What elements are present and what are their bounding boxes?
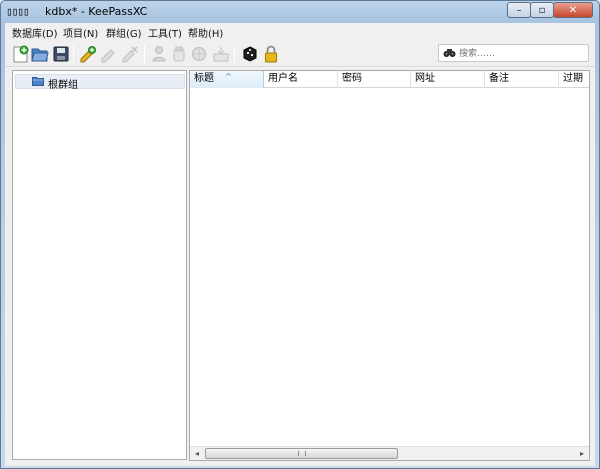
table-header: 标题 ^ 用户名 密码 网址 备注 过期 [190,71,589,88]
open-database-icon[interactable] [30,44,50,64]
toolbar-separator [234,45,235,63]
menu-tools[interactable]: 工具(T) [148,25,182,40]
client-area: 数据库(D) 项目(N) 群组(G) 工具(T) 帮助(H) 搜索…… 根群组 … [5,23,595,466]
add-entry-icon[interactable] [78,44,98,64]
save-database-icon[interactable] [51,44,71,64]
horizontal-scrollbar[interactable]: ◂ ▸ [190,446,589,460]
autotype-icon[interactable] [211,44,231,64]
column-header-title[interactable]: 标题 ^ [190,71,264,88]
menu-groups[interactable]: 群组(G) [106,25,142,40]
window-title: kdbx* - KeePassXC [45,5,148,18]
search-box [438,44,589,62]
entry-table: 标题 ^ 用户名 密码 网址 备注 过期 ◂ ▸ [189,70,590,461]
title-glyphs: ▯▯▯▯ [6,5,29,18]
open-url-icon[interactable] [189,44,209,64]
maximize-button[interactable]: ▫ [530,2,554,18]
column-header-url[interactable]: 网址 [411,71,485,88]
app-window: ▯▯▯▯ kdbx* - KeePassXC – ▫ ✕ 数据库(D) 项目(N… [0,0,600,469]
copy-password-icon[interactable] [169,44,189,64]
column-header-label: 标题 [194,73,214,84]
sort-ascending-icon: ^ [225,72,232,81]
column-header-expires[interactable]: 过期 [559,71,589,88]
folder-icon [32,76,44,86]
new-database-icon[interactable] [10,44,30,64]
toolbar-separator [144,45,145,63]
search-input[interactable] [459,47,584,60]
menu-bar: 数据库(D) 项目(N) 群组(G) 工具(T) 帮助(H) [5,23,595,40]
group-root-item[interactable]: 根群组 [15,74,185,91]
menu-help[interactable]: 帮助(H) [188,25,223,40]
scroll-thumb[interactable] [205,448,398,459]
group-tree: 根群组 [12,70,187,460]
lock-database-icon[interactable] [261,44,281,64]
scroll-right-arrow[interactable]: ▸ [575,447,589,460]
binoculars-icon [443,47,456,61]
column-header-notes[interactable]: 备注 [485,71,559,88]
menu-entries[interactable]: 项目(N) [63,25,98,40]
copy-username-icon[interactable] [149,44,169,64]
window-controls: – ▫ ✕ [507,2,593,18]
toolbar-separator [73,45,74,63]
scroll-grip [298,451,306,456]
column-header-password[interactable]: 密码 [338,71,411,88]
title-bar[interactable]: ▯▯▯▯ kdbx* - KeePassXC – ▫ ✕ [1,1,599,21]
minimize-button[interactable]: – [507,2,531,18]
column-header-username[interactable]: 用户名 [264,71,338,88]
close-button[interactable]: ✕ [553,2,593,18]
scroll-left-arrow[interactable]: ◂ [190,447,204,460]
edit-entry-icon[interactable] [99,44,119,64]
delete-entry-icon[interactable] [120,44,140,64]
group-root-label: 根群组 [48,80,78,91]
password-generator-icon[interactable] [240,44,260,64]
menu-database[interactable]: 数据库(D) [12,25,58,40]
